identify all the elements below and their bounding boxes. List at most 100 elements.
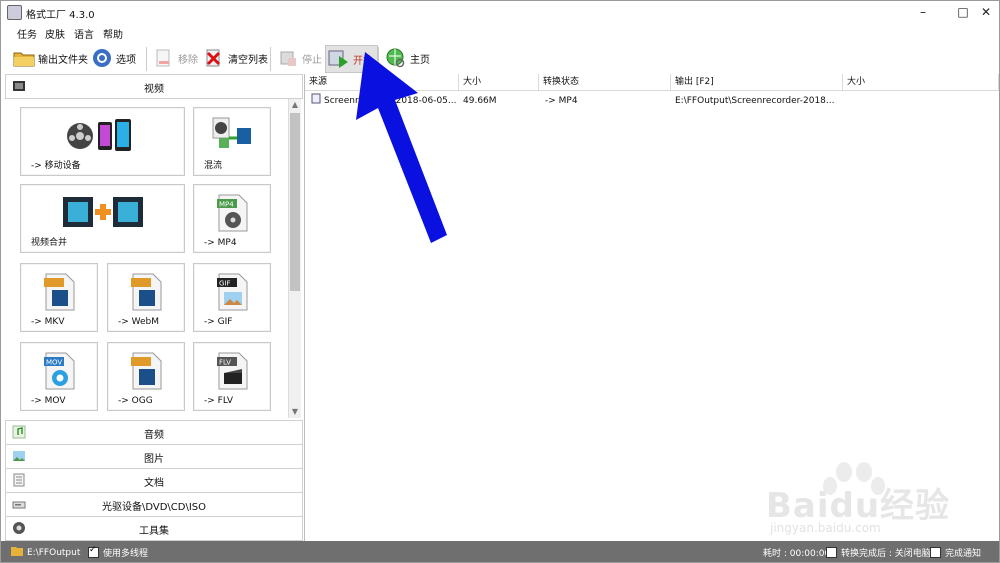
toolbar-separator xyxy=(146,47,147,71)
mov-badge: MOV xyxy=(46,359,62,367)
stop-label: 停止 xyxy=(302,54,322,66)
flv-file-icon: FLV xyxy=(215,351,249,394)
category-picture[interactable]: 图片 xyxy=(5,444,303,469)
column-output[interactable]: 输出 [F2] xyxy=(671,74,843,91)
tile-mix-label: 混流 xyxy=(204,161,223,171)
remove-label: 移除 xyxy=(178,54,198,66)
tile-ogg[interactable]: -> OGG xyxy=(107,342,185,411)
tile-webm[interactable]: -> WebM xyxy=(107,263,185,332)
tile-flv-label: -> FLV xyxy=(204,396,234,406)
options-label: 选项 xyxy=(116,54,136,66)
tile-mkv[interactable]: -> MKV xyxy=(20,263,98,332)
options-button[interactable]: 选项 xyxy=(91,45,136,71)
row-size: 49.66M xyxy=(463,96,497,106)
video-scrollbar[interactable]: ▲ ▼ xyxy=(288,99,301,418)
tile-mix[interactable]: 混流 xyxy=(193,107,271,176)
row-source: Screenrecorder-2018-06-05... xyxy=(324,96,457,106)
row-output: E:\FFOutput\Screenrecorder-2018... xyxy=(675,96,835,106)
category-disc-label: 光驱设备\DVD\CD\ISO xyxy=(101,502,207,513)
multithread-checkbox[interactable]: 使用多线程 xyxy=(88,545,149,559)
clear-list-button[interactable]: 清空列表 xyxy=(203,45,268,71)
category-video-label: 视频 xyxy=(144,84,164,95)
close-button[interactable]: ✕ xyxy=(974,3,998,21)
row-status: -> MP4 xyxy=(545,96,578,106)
stop-button[interactable]: 停止 xyxy=(277,45,322,71)
category-tools-label: 工具集 xyxy=(139,526,169,537)
tile-mp4-label: -> MP4 xyxy=(204,238,237,248)
video-merge-icon xyxy=(61,193,145,234)
tile-mobile-label: -> 移动设备 xyxy=(31,161,81,171)
webm-file-icon xyxy=(129,272,163,315)
output-path[interactable]: E:\FFOutput xyxy=(11,546,80,559)
output-folder-label: 输出文件夹 xyxy=(38,54,88,66)
menu-skin[interactable]: 皮肤 xyxy=(45,26,65,41)
menu-bar: 任务 皮肤 语言 帮助 xyxy=(1,23,999,41)
clear-list-label: 清空列表 xyxy=(228,54,268,66)
stop-icon xyxy=(277,47,299,69)
row-output-size xyxy=(847,93,997,110)
scroll-down-icon[interactable]: ▼ xyxy=(289,406,301,418)
mp4-file-icon: MP4 xyxy=(215,193,249,236)
flv-badge: FLV xyxy=(219,359,231,367)
folder-icon xyxy=(11,546,23,559)
output-folder-button[interactable]: 输出文件夹 xyxy=(13,45,88,71)
home-button[interactable]: 主页 xyxy=(385,45,430,71)
tile-gif-label: -> GIF xyxy=(204,317,233,327)
multithread-check-icon[interactable] xyxy=(88,545,99,558)
category-document[interactable]: 文档 xyxy=(5,468,303,493)
tile-mp4[interactable]: MP4 -> MP4 xyxy=(193,184,271,253)
scroll-up-icon[interactable]: ▲ xyxy=(289,99,301,111)
mkv-file-icon xyxy=(42,272,76,315)
notify-check-icon[interactable] xyxy=(930,547,941,558)
home-label: 主页 xyxy=(410,54,430,66)
watermark-url: jingyan.baidu.com xyxy=(770,521,881,535)
table-row[interactable]: Screenrecorder-2018-06-05... 49.66M -> M… xyxy=(305,93,999,110)
maximize-button[interactable]: □ xyxy=(951,3,975,21)
remove-icon xyxy=(153,47,175,69)
app-icon xyxy=(7,5,22,20)
output-path-text: E:\FFOutput xyxy=(27,547,81,558)
start-button[interactable]: 开始 xyxy=(325,45,378,73)
title-bar: 格式工厂 4.3.0 – □ ✕ xyxy=(1,1,999,23)
menu-language[interactable]: 语言 xyxy=(74,26,94,41)
toolbar: 输出文件夹 选项 移除 清空列表 停止 开始 主页 xyxy=(1,41,999,75)
file-icon xyxy=(311,93,321,110)
category-audio[interactable]: 音频 xyxy=(5,420,303,445)
window-title: 格式工厂 4.3.0 xyxy=(26,10,95,21)
tile-mobile[interactable]: -> 移动设备 xyxy=(20,107,185,176)
mobile-device-icon xyxy=(66,116,140,157)
start-label: 开始 xyxy=(353,55,373,67)
tile-flv[interactable]: FLV -> FLV xyxy=(193,342,271,411)
gif-file-icon: GIF xyxy=(215,272,249,315)
column-output-size[interactable]: 大小 xyxy=(843,74,999,91)
video-tiles-grid: -> 移动设备 混流 视频合并 MP4 -> MP4 -> MKV -> Web… xyxy=(20,107,288,411)
tile-merge[interactable]: 视频合并 xyxy=(20,184,185,253)
category-audio-label: 音频 xyxy=(144,430,164,441)
menu-task[interactable]: 任务 xyxy=(17,26,37,41)
after-convert-check-icon[interactable] xyxy=(826,547,837,558)
mov-file-icon: MOV xyxy=(42,351,76,394)
scroll-thumb[interactable] xyxy=(290,113,300,291)
tile-merge-label: 视频合并 xyxy=(31,238,68,248)
folder-icon xyxy=(13,47,35,69)
column-status[interactable]: 转换状态 xyxy=(539,74,671,91)
tile-mov-label: -> MOV xyxy=(31,396,66,406)
menu-help[interactable]: 帮助 xyxy=(103,26,123,41)
mix-icon xyxy=(211,116,253,153)
gif-badge: GIF xyxy=(219,280,231,288)
category-disc[interactable]: 光驱设备\DVD\CD\ISO xyxy=(5,492,303,517)
remove-button[interactable]: 移除 xyxy=(153,45,198,71)
start-icon xyxy=(328,48,350,70)
tile-mov[interactable]: MOV -> MOV xyxy=(20,342,98,411)
column-size[interactable]: 大小 xyxy=(459,74,539,91)
category-document-label: 文档 xyxy=(144,478,164,489)
category-picture-label: 图片 xyxy=(144,454,164,465)
toolbar-separator xyxy=(270,47,271,71)
watermark-brand: Baidu经验 xyxy=(766,486,951,526)
tile-gif[interactable]: GIF -> GIF xyxy=(193,263,271,332)
minimize-button[interactable]: – xyxy=(911,3,935,21)
multithread-label: 使用多线程 xyxy=(103,549,149,559)
column-source[interactable]: 来源 xyxy=(305,74,459,91)
category-video[interactable]: 视频 xyxy=(5,74,303,99)
category-tools[interactable]: 工具集 xyxy=(5,516,303,541)
